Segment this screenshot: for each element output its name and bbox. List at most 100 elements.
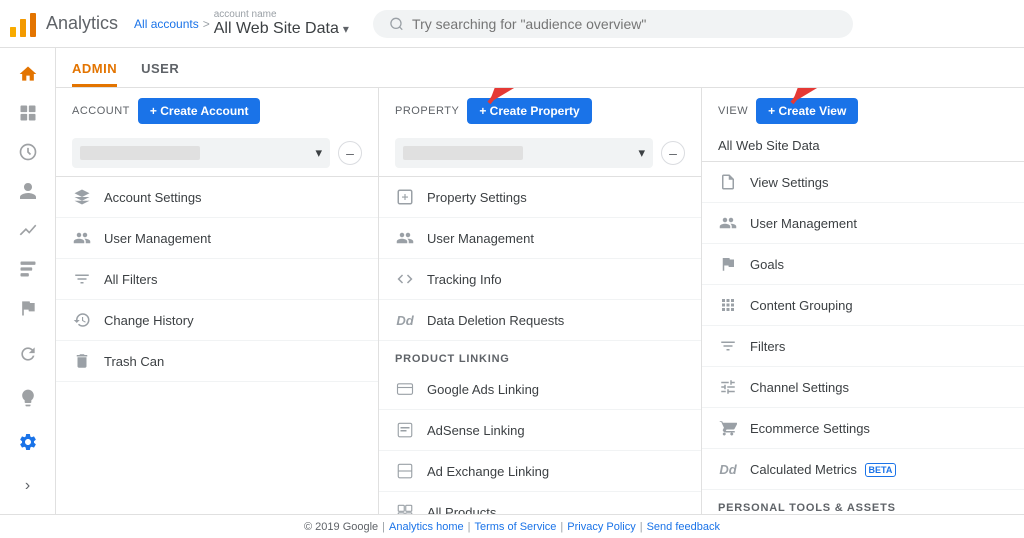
all-accounts-link[interactable]: All accounts	[134, 17, 199, 31]
property-column-header: Property + Create Property	[379, 88, 701, 134]
view-col-label: View	[718, 105, 748, 117]
tab-admin[interactable]: ADMIN	[72, 61, 117, 87]
account-label: account name	[214, 9, 349, 20]
account-selector-chevron: ▾	[315, 145, 322, 161]
account-users-icon	[72, 228, 92, 248]
adsense-item[interactable]: AdSense Linking	[379, 410, 701, 451]
google-ads-icon	[395, 379, 415, 399]
google-ads-label: Google Ads Linking	[427, 382, 539, 397]
content-grouping-icon	[718, 295, 738, 315]
goals-item[interactable]: Goals	[702, 244, 1024, 285]
account-selector-name	[80, 146, 200, 160]
header: Analytics All accounts > account name Al…	[0, 0, 1024, 48]
adsense-label: AdSense Linking	[427, 423, 525, 438]
goals-label: Goals	[750, 257, 784, 272]
personal-tools-label: PERSONAL TOOLS & ASSETS	[702, 490, 1024, 514]
all-products-label: All Products	[427, 505, 496, 515]
create-property-button[interactable]: + Create Property	[467, 98, 591, 124]
filters-label: Filters	[750, 339, 785, 354]
account-settings-label: Account Settings	[104, 190, 202, 205]
nav-home[interactable]	[8, 56, 48, 91]
data-deletion-item[interactable]: Dd Data Deletion Requests	[379, 300, 701, 341]
nav-realtime[interactable]	[8, 134, 48, 169]
view-name: All Web Site Data	[718, 138, 820, 153]
account-selector[interactable]: ▾	[72, 138, 330, 168]
content-grouping-item[interactable]: Content Grouping	[702, 285, 1024, 326]
trash-can-item[interactable]: Trash Can	[56, 341, 378, 382]
change-history-icon	[72, 310, 92, 330]
nav-refresh[interactable]	[8, 334, 48, 374]
ad-exchange-label: Ad Exchange Linking	[427, 464, 549, 479]
google-ads-item[interactable]: Google Ads Linking	[379, 369, 701, 410]
property-col-label: Property	[395, 105, 459, 117]
account-settings-item[interactable]: Account Settings	[56, 177, 378, 218]
tracking-info-item[interactable]: Tracking Info	[379, 259, 701, 300]
nav-behavior[interactable]	[8, 252, 48, 287]
search-bar[interactable]	[373, 10, 853, 38]
tab-user[interactable]: USER	[141, 61, 179, 87]
account-user-management-label: User Management	[104, 231, 211, 246]
property-user-management-item[interactable]: User Management	[379, 218, 701, 259]
channel-settings-icon	[718, 377, 738, 397]
nav-expand[interactable]: ›	[8, 466, 48, 506]
view-column: View + Create View All Web Site Data Vie…	[702, 88, 1024, 514]
view-settings-icon	[718, 172, 738, 192]
nav-audience[interactable]	[8, 173, 48, 208]
property-user-management-label: User Management	[427, 231, 534, 246]
account-column-header: Account + Create Account	[56, 88, 378, 134]
view-users-icon	[718, 213, 738, 233]
left-nav: ›	[0, 48, 56, 514]
ad-exchange-item[interactable]: Ad Exchange Linking	[379, 451, 701, 492]
filters-item[interactable]: Filters	[702, 326, 1024, 367]
footer: © 2019 Google | Analytics home | Terms o…	[0, 514, 1024, 538]
breadcrumb: All accounts > account name All Web Site…	[134, 9, 349, 38]
ad-exchange-icon	[395, 461, 415, 481]
footer-send-feedback[interactable]: Send feedback	[647, 521, 720, 533]
account-user-management-item[interactable]: User Management	[56, 218, 378, 259]
property-selector[interactable]: ▾	[395, 138, 653, 168]
property-selector-chevron: ▾	[638, 145, 645, 161]
product-linking-label: PRODUCT LINKING	[379, 341, 701, 369]
footer-privacy[interactable]: Privacy Policy	[567, 521, 635, 533]
nav-lightbulb[interactable]	[8, 378, 48, 418]
search-icon	[389, 16, 404, 32]
footer-analytics-home[interactable]: Analytics home	[389, 521, 464, 533]
property-selector-row: ▾ –	[379, 134, 701, 177]
account-settings-icon	[72, 187, 92, 207]
admin-columns: Account + Create Account ▾ – Account Set…	[56, 88, 1024, 514]
view-filters-icon	[718, 336, 738, 356]
ecommerce-settings-item[interactable]: Ecommerce Settings	[702, 408, 1024, 449]
view-user-management-item[interactable]: User Management	[702, 203, 1024, 244]
all-products-item[interactable]: All Products	[379, 492, 701, 514]
all-products-icon	[395, 502, 415, 514]
search-input[interactable]	[412, 16, 837, 32]
property-selector[interactable]: All Web Site Data ▾	[214, 20, 349, 38]
view-name-row: All Web Site Data	[702, 134, 1024, 162]
nav-admin[interactable]	[8, 422, 48, 462]
data-deletion-icon: Dd	[395, 310, 415, 330]
footer-copyright: © 2019 Google	[304, 521, 378, 533]
nav-acquisition[interactable]	[8, 213, 48, 248]
property-settings-label: Property Settings	[427, 190, 527, 205]
view-settings-item[interactable]: View Settings	[702, 162, 1024, 203]
create-view-button[interactable]: + Create View	[756, 98, 858, 124]
breadcrumb-chevron: >	[203, 17, 210, 31]
account-collapse-btn[interactable]: –	[338, 141, 362, 165]
property-collapse-btn[interactable]: –	[661, 141, 685, 165]
change-history-item[interactable]: Change History	[56, 300, 378, 341]
calculated-metrics-item[interactable]: Dd Calculated Metrics BETA	[702, 449, 1024, 490]
view-column-header: View + Create View	[702, 88, 1024, 134]
create-account-button[interactable]: + Create Account	[138, 98, 261, 124]
channel-settings-item[interactable]: Channel Settings	[702, 367, 1024, 408]
analytics-logo	[8, 9, 38, 39]
footer-terms[interactable]: Terms of Service	[474, 521, 556, 533]
adsense-icon	[395, 420, 415, 440]
property-name: All Web Site Data	[214, 20, 339, 38]
calculated-metrics-icon: Dd	[718, 459, 738, 479]
property-settings-item[interactable]: Property Settings	[379, 177, 701, 218]
property-selector-name	[403, 146, 523, 160]
nav-conversions[interactable]	[8, 291, 48, 326]
nav-dashboard[interactable]	[8, 95, 48, 130]
all-filters-item[interactable]: All Filters	[56, 259, 378, 300]
app-title: Analytics	[46, 13, 118, 34]
